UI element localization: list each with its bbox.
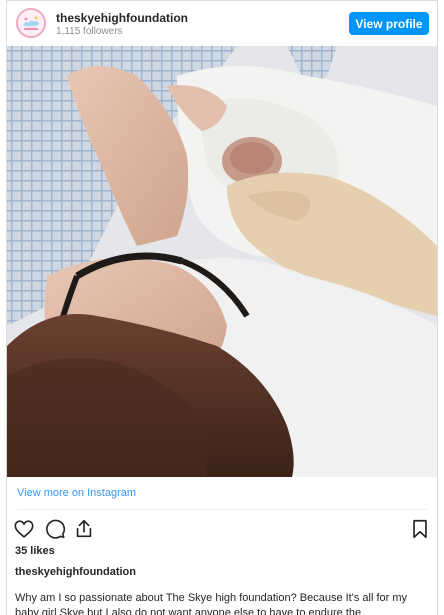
follower-count: 1,115 followers: [56, 26, 123, 37]
foundation-logo-icon: [18, 10, 44, 36]
like-count[interactable]: 35 likes: [15, 545, 55, 557]
comment-icon[interactable]: [44, 518, 66, 540]
caption-text: Why am I so passionate about The Skye hi…: [15, 592, 408, 615]
view-profile-button[interactable]: View profile: [349, 12, 429, 35]
instagram-embed: theskyehighfoundation 1,115 followers Vi…: [6, 0, 438, 615]
post-header: theskyehighfoundation 1,115 followers Vi…: [7, 1, 437, 46]
caption-author[interactable]: theskyehighfoundation: [15, 566, 136, 578]
avatar[interactable]: [16, 8, 46, 38]
bookmark-icon[interactable]: [409, 518, 431, 540]
view-more-link[interactable]: View more on Instagram: [17, 487, 136, 499]
share-icon[interactable]: [73, 518, 95, 540]
account-name[interactable]: theskyehighfoundation: [56, 11, 188, 25]
post-photo[interactable]: [7, 46, 437, 477]
divider: [17, 509, 427, 510]
heart-icon[interactable]: [13, 518, 35, 540]
